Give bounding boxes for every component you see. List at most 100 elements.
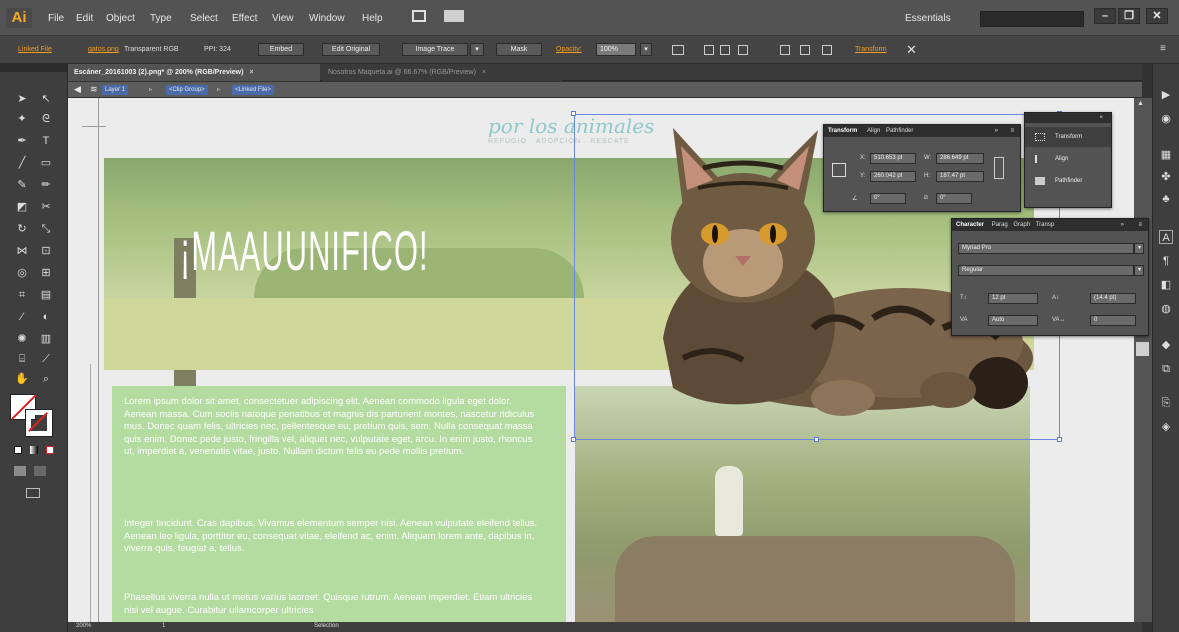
- edit-original-button[interactable]: Edit Original: [322, 43, 380, 56]
- direct-selection-tool-icon[interactable]: ↖: [38, 92, 54, 106]
- character-icon[interactable]: A: [1159, 230, 1173, 244]
- selection-handle[interactable]: [571, 437, 576, 442]
- control-menu-icon[interactable]: ≡: [1160, 43, 1166, 54]
- scroll-up-icon[interactable]: ▲: [1137, 100, 1144, 107]
- panel-menu-icon[interactable]: ≡: [1138, 219, 1142, 231]
- none-mode-icon[interactable]: [46, 446, 54, 454]
- leading-input[interactable]: (14.4 pt): [1090, 293, 1136, 304]
- x-input[interactable]: 510.653 pt: [870, 153, 916, 164]
- text-block[interactable]: Lorem ipsum dolor sit amet, consectetuer…: [112, 386, 566, 622]
- page-number[interactable]: 1: [162, 623, 165, 629]
- menu-edit[interactable]: Edit: [76, 13, 93, 24]
- mask-button[interactable]: Mask: [496, 43, 542, 56]
- opacity-dropdown[interactable]: ▾: [640, 43, 652, 56]
- tab-graphic-styles[interactable]: Graph: [1013, 222, 1030, 228]
- font-style-select[interactable]: Regular: [958, 265, 1134, 276]
- layers-copy-icon[interactable]: ⎘: [1159, 396, 1173, 410]
- selection-handle[interactable]: [1057, 437, 1062, 442]
- tab-close-icon[interactable]: ×: [482, 69, 486, 76]
- scale-tool-icon[interactable]: ⤡: [38, 222, 54, 236]
- tab-paragraph[interactable]: Parag: [992, 222, 1008, 228]
- appearance-icon[interactable]: ◍: [1159, 302, 1173, 316]
- embed-button[interactable]: Embed: [258, 43, 304, 56]
- menu-help[interactable]: Help: [362, 13, 383, 24]
- perspective-grid-tool-icon[interactable]: ⊞: [38, 266, 54, 280]
- arrange-documents-icon[interactable]: [444, 10, 464, 22]
- back-arrow-icon[interactable]: ◀: [74, 84, 81, 95]
- magic-wand-tool-icon[interactable]: ✦: [14, 112, 30, 126]
- close-button[interactable]: ✕: [1146, 8, 1168, 24]
- kerning-input[interactable]: Auto: [988, 315, 1038, 326]
- opentype-icon[interactable]: ◧: [1159, 278, 1173, 292]
- linked-filename[interactable]: gatos.png: [88, 46, 119, 53]
- h-input[interactable]: 187.47 pt: [936, 171, 984, 182]
- graphic-styles-icon[interactable]: ◆: [1159, 338, 1173, 352]
- y-input[interactable]: 260.042 pt: [870, 171, 916, 182]
- rotate-input[interactable]: 0°: [870, 193, 906, 204]
- color-guide-icon[interactable]: ◉: [1159, 112, 1173, 126]
- search-input[interactable]: [980, 11, 1084, 27]
- menu-type[interactable]: Type: [150, 13, 172, 24]
- align-top-icon[interactable]: [780, 45, 790, 55]
- column-graph-tool-icon[interactable]: ▥: [38, 332, 54, 346]
- color-mode-icon[interactable]: [14, 446, 22, 454]
- rotate-tool-icon[interactable]: ↻: [14, 222, 30, 236]
- tab-transparency[interactable]: Transp: [1036, 222, 1054, 228]
- blend-tool-icon[interactable]: ◐: [38, 310, 54, 324]
- panel-menu-icon[interactable]: ≡: [1010, 125, 1014, 137]
- lasso-tool-icon[interactable]: ᘓ: [38, 112, 54, 126]
- align-left-icon[interactable]: [704, 45, 714, 55]
- swatches-icon[interactable]: ▦: [1159, 148, 1173, 162]
- menu-window[interactable]: Window: [309, 13, 345, 24]
- vertical-scrollbar[interactable]: ▲: [1134, 98, 1152, 622]
- screen-mode-icon[interactable]: [34, 466, 46, 476]
- selection-tool-icon[interactable]: ➤: [14, 92, 30, 106]
- symbol-sprayer-tool-icon[interactable]: ✺: [14, 332, 30, 346]
- eyedropper-tool-icon[interactable]: ⁄: [14, 310, 30, 324]
- rectangle-tool-icon[interactable]: ▭: [38, 156, 54, 170]
- breadcrumb-layer[interactable]: Layer 1: [102, 85, 129, 95]
- zoom-tool-icon[interactable]: ⌕: [38, 372, 54, 386]
- mesh-tool-icon[interactable]: ⌗: [14, 288, 30, 302]
- opacity-input[interactable]: 100%: [596, 43, 636, 56]
- slice-tool-icon[interactable]: ⟋: [38, 352, 54, 366]
- opacity-label[interactable]: Opacity:: [556, 46, 582, 53]
- gradient-mode-icon[interactable]: [30, 446, 38, 454]
- close-icon[interactable]: ×: [1099, 112, 1103, 124]
- hand-tool-icon[interactable]: ✋: [14, 372, 30, 386]
- width-tool-icon[interactable]: ⋈: [14, 244, 30, 258]
- shear-input[interactable]: 0°: [936, 193, 972, 204]
- paragraph-icon[interactable]: ¶: [1159, 254, 1173, 268]
- image-trace-dropdown[interactable]: ▾: [470, 43, 484, 56]
- change-screen-mode-icon[interactable]: [26, 488, 40, 498]
- linked-file-label[interactable]: Linked File: [18, 46, 52, 53]
- tab-close-icon[interactable]: ×: [249, 69, 253, 76]
- line-tool-icon[interactable]: ╱: [14, 156, 30, 170]
- draw-normal-icon[interactable]: [14, 466, 26, 476]
- font-family-select[interactable]: Myriad Pro: [958, 243, 1134, 254]
- align-center-icon[interactable]: [720, 45, 730, 55]
- type-tool-icon[interactable]: T: [38, 134, 54, 148]
- free-transform-tool-icon[interactable]: ⊡: [38, 244, 54, 258]
- tracking-input[interactable]: 0: [1090, 315, 1136, 326]
- menu-view[interactable]: View: [272, 13, 294, 24]
- eraser-tool-icon[interactable]: ✂: [38, 200, 54, 214]
- pen-tool-icon[interactable]: ✒: [14, 134, 30, 148]
- workspace-switcher[interactable]: Essentials: [905, 13, 951, 24]
- breadcrumb-linked-file[interactable]: <Linked File>: [232, 85, 275, 95]
- bridge-icon[interactable]: [412, 10, 426, 22]
- gradient-tool-icon[interactable]: ▤: [38, 288, 54, 302]
- image-trace-button[interactable]: Image Trace: [402, 43, 468, 56]
- menu-select[interactable]: Select: [190, 13, 218, 24]
- artboard-tool-icon[interactable]: ⌸: [14, 352, 30, 366]
- align-right-icon[interactable]: [738, 45, 748, 55]
- collapse-icon[interactable]: »: [995, 125, 998, 137]
- selection-handle[interactable]: [814, 437, 819, 442]
- stroke-swatch[interactable]: [25, 409, 53, 437]
- w-input[interactable]: 286.649 pt: [936, 153, 984, 164]
- menu-effect[interactable]: Effect: [232, 13, 257, 24]
- align-middle-icon[interactable]: [800, 45, 810, 55]
- symbols-icon[interactable]: ♣: [1159, 192, 1173, 206]
- pencil-tool-icon[interactable]: ✏: [38, 178, 54, 192]
- style-dropdown-icon[interactable]: ▾: [1134, 265, 1144, 276]
